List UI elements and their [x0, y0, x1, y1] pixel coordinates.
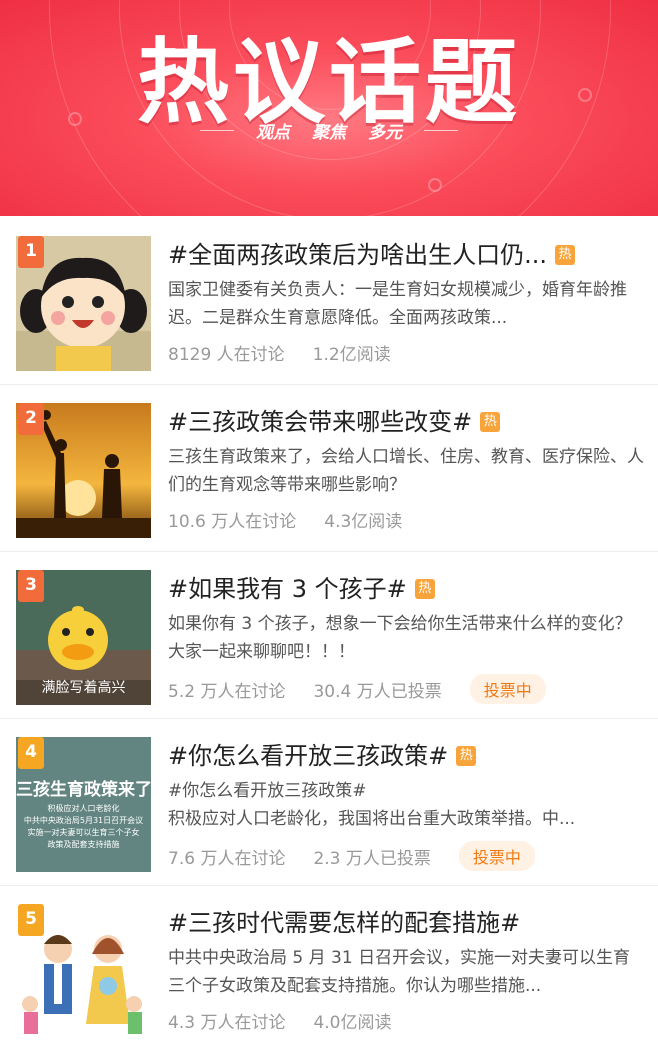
- topic-thumbnail: 4 三孩生育政策来了 积极应对人口老龄化 中共中央政治局5月31日召开会议 实施…: [16, 737, 151, 872]
- topic-meta: 5.2 万人在讨论 30.4 万人已投票 投票中: [168, 674, 646, 704]
- topic-thumbnail: 5: [16, 904, 151, 1039]
- topic-content: #你怎么看开放三孩政策# 热 #你怎么看开放三孩政策# 积极应对人口老龄化，我国…: [168, 737, 646, 871]
- topic-content: #三孩政策会带来哪些改变# 热 三孩生育政策来了，会给人口增长、住房、教育、医疗…: [168, 403, 646, 532]
- thumbnail-title: 三孩生育政策来了: [16, 780, 151, 800]
- topic-description: 国家卫健委有关负责人：一是生育妇女规模减少，婚育年龄推迟。二是群众生育意愿降低。…: [168, 280, 627, 328]
- hot-badge: 热: [414, 579, 435, 599]
- hot-badge: 热: [456, 746, 477, 766]
- topic-description: 如果你有 3 个孩子，想象一下会给你生活带来什么样的变化？大家一起来聊聊吧！！！: [168, 614, 632, 662]
- banner-subtitle-word: 观点: [256, 123, 290, 143]
- topic-content: #如果我有 3 个孩子# 热 如果你有 3 个孩子，想象一下会给你生活带来什么样…: [168, 570, 646, 704]
- banner-subtitle: 观点 聚焦 多元: [0, 118, 658, 143]
- topic-item[interactable]: 2 #三孩政策会带来哪些改变# 热 三孩生育政策来了，会给人口增长、住房、教育、…: [0, 385, 658, 552]
- rank-badge: 4: [18, 737, 44, 767]
- topic-item[interactable]: 3 满脸写着高兴 #如果我有 3 个孩子# 热 如果你有 3 个孩子，想象一下会…: [0, 552, 658, 719]
- discuss-count: 7.6 万人在讨论: [168, 848, 286, 869]
- topic-meta: 4.3 万人在讨论 4.0亿阅读: [168, 1008, 646, 1033]
- thumbnail-line: 实施一对夫妻可以生育三个子女: [27, 828, 140, 837]
- topic-meta: 8129 人在讨论 1.2亿阅读: [168, 340, 646, 365]
- divider-line: [200, 130, 234, 131]
- topic-description-text: 积极应对人口老龄化，我国将出台重大政策举措。中...: [168, 809, 576, 829]
- discuss-count: 5.2 万人在讨论: [168, 681, 286, 702]
- topic-title[interactable]: #你怎么看开放三孩政策# 热: [168, 737, 646, 775]
- topic-content: #三孩时代需要怎样的配套措施# 中共中央政治局 5 月 31 日召开会议，实施一…: [168, 904, 646, 1033]
- banner-subtitle-word: 聚焦: [312, 123, 346, 143]
- read-count: 4.0亿阅读: [313, 1013, 392, 1033]
- hot-badge: 热: [480, 412, 501, 432]
- topic-description: 中共中央政治局 5 月 31 日召开会议，实施一对夫妻可以生育三个子女政策及配套…: [168, 948, 631, 996]
- read-count: 1.2亿阅读: [312, 345, 391, 365]
- banner-subtitle-word: 多元: [368, 123, 402, 143]
- topic-item[interactable]: 5 #三孩时代需要怎样的配套措施# 中共中央政治局 5 月 31 日召开会议，实…: [0, 886, 658, 1056]
- topic-thumbnail: 2: [16, 403, 151, 538]
- thumbnail-line: 中共中央政治局5月31日召开会议: [23, 816, 144, 825]
- topic-description: 三孩生育政策来了，会给人口增长、住房、教育、医疗保险、人们的生育观念等带来哪些影…: [168, 447, 644, 495]
- rank-badge: 2: [18, 403, 44, 433]
- topic-title-text[interactable]: #你怎么看开放三孩政策#: [168, 737, 448, 775]
- topic-title-text[interactable]: #全面两孩政策后为啥出生人口仍...: [168, 236, 547, 274]
- topic-title[interactable]: #三孩政策会带来哪些改变# 热: [168, 403, 646, 441]
- topic-meta: 7.6 万人在讨论 2.3 万人已投票 投票中: [168, 841, 646, 871]
- topic-title-text[interactable]: #如果我有 3 个孩子#: [168, 570, 407, 608]
- topic-content: #全面两孩政策后为啥出生人口仍... 热 国家卫健委有关负责人：一是生育妇女规模…: [168, 236, 646, 365]
- hot-badge: 热: [555, 245, 575, 265]
- divider-line: [424, 130, 458, 131]
- read-count: 4.3亿阅读: [324, 512, 403, 532]
- vote-status-badge[interactable]: 投票中: [469, 674, 546, 704]
- rank-badge: 1: [18, 236, 44, 266]
- discuss-count: 10.6 万人在讨论: [168, 512, 297, 532]
- rank-badge: 3: [18, 570, 44, 600]
- topic-item[interactable]: 4 三孩生育政策来了 积极应对人口老龄化 中共中央政治局5月31日召开会议 实施…: [0, 719, 658, 886]
- discuss-count: 8129 人在讨论: [168, 345, 285, 365]
- topic-thumbnail: 1: [16, 236, 151, 371]
- topic-title-text[interactable]: #三孩政策会带来哪些改变#: [168, 403, 472, 441]
- vote-count: 2.3 万人已投票: [313, 848, 431, 869]
- thumbnail-line: 积极应对人口老龄化: [47, 804, 120, 813]
- banner-decoration: [428, 178, 442, 192]
- topic-banner: 热议话题 观点 聚焦 多元: [0, 0, 658, 216]
- topic-title-text[interactable]: #三孩时代需要怎样的配套措施#: [168, 904, 520, 942]
- discuss-count: 4.3 万人在讨论: [168, 1013, 286, 1033]
- vote-count: 30.4 万人已投票: [313, 681, 442, 702]
- topic-title[interactable]: #全面两孩政策后为啥出生人口仍... 热: [168, 236, 646, 274]
- vote-status-badge[interactable]: 投票中: [458, 841, 535, 871]
- topic-tag-line[interactable]: #你怎么看开放三孩政策#: [168, 777, 646, 805]
- thumbnail-line: 政策及配套支持措施: [47, 840, 120, 849]
- topic-item[interactable]: 1 #全面两孩政策后为啥出生人口仍... 热 国家卫健委有关负责人：一是生育妇女…: [0, 218, 658, 385]
- topic-title[interactable]: #三孩时代需要怎样的配套措施#: [168, 904, 646, 942]
- thumbnail-text: 积极应对人口老龄化 中共中央政治局5月31日召开会议 实施一对夫妻可以生育三个子…: [16, 803, 151, 851]
- topic-thumbnail: 3 满脸写着高兴: [16, 570, 151, 705]
- topic-title[interactable]: #如果我有 3 个孩子# 热: [168, 570, 646, 608]
- topic-meta: 10.6 万人在讨论 4.3亿阅读: [168, 507, 646, 532]
- topic-description: #你怎么看开放三孩政策# 积极应对人口老龄化，我国将出台重大政策举措。中...: [168, 777, 646, 833]
- rank-badge: 5: [18, 904, 44, 934]
- thumbnail-caption: 满脸写着高兴: [41, 680, 126, 696]
